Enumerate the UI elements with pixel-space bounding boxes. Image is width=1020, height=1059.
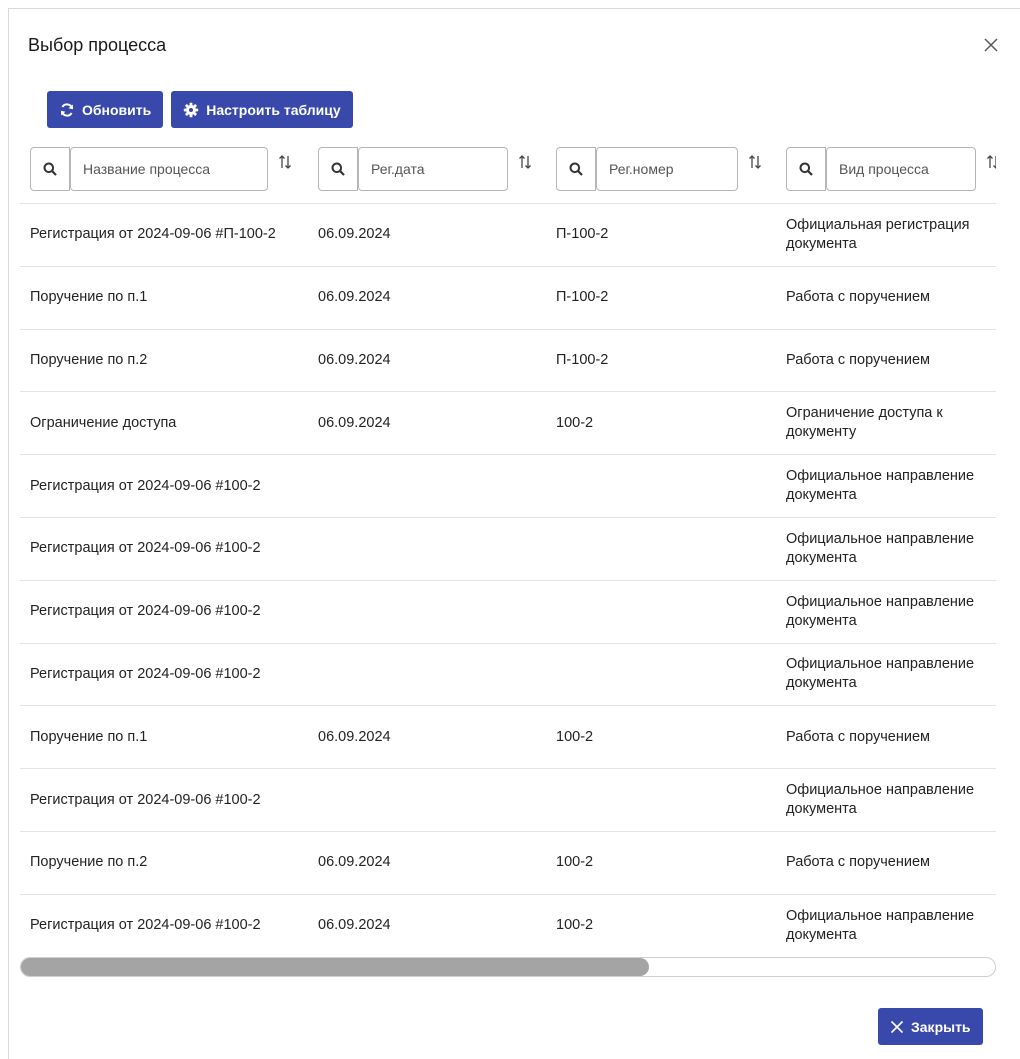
table-row[interactable]: Поручение по п.1 06.09.2024 100-2 Работа…: [20, 705, 996, 768]
kind-filter-input[interactable]: Вид процесса: [826, 147, 976, 191]
reg-number-cell: П-100-2: [556, 289, 609, 306]
process-kind-cell: Работа с поручением: [786, 289, 930, 306]
close-dialog-button-label: Закрыть: [911, 1018, 971, 1035]
reg-date-cell: [318, 644, 518, 706]
process-kind-cell: Работа с поручением: [786, 728, 930, 745]
process-kind-cell: Официальное направление документа: [786, 530, 975, 566]
configure-table-button-label: Настроить таблицу: [206, 101, 341, 118]
process-name-cell: Регистрация от 2024-09-06 #П-100-2: [30, 226, 276, 243]
filter-kind: Вид процесса: [786, 147, 996, 191]
process-name-cell: Регистрация от 2024-09-06 #100-2: [30, 917, 261, 934]
table-row[interactable]: Поручение по п.1 06.09.2024 П-100-2 Рабо…: [20, 265, 996, 329]
process-name-cell: Регистрация от 2024-09-06 #100-2: [30, 477, 261, 494]
name-filter-input[interactable]: Название процесса: [70, 147, 268, 191]
search-icon[interactable]: [318, 147, 358, 191]
sort-icon[interactable]: [748, 154, 762, 170]
refresh-icon: [61, 102, 73, 117]
reg-number-cell: [556, 769, 756, 831]
reg-date-cell: 06.09.2024: [318, 854, 391, 871]
sort-icon[interactable]: [518, 154, 532, 170]
close-icon[interactable]: [981, 35, 1001, 55]
reg-date-cell: 06.09.2024: [318, 917, 391, 934]
reg-date-cell: 06.09.2024: [318, 728, 391, 745]
process-name-cell: Поручение по п.1: [30, 728, 148, 745]
filter-row: Название процесса Рег.дата Рег.номер Вид…: [20, 145, 996, 203]
table-row[interactable]: Регистрация от 2024-09-06 #100-2 Официал…: [20, 579, 996, 643]
process-kind-cell: Официальное направление документа: [786, 907, 975, 943]
reg-number-cell: [556, 581, 756, 643]
refresh-button-label: Обновить: [82, 101, 152, 118]
number-filter-input[interactable]: Рег.номер: [596, 147, 738, 191]
close-dialog-button[interactable]: Закрыть: [878, 1008, 983, 1045]
process-name-cell: Поручение по п.2: [30, 854, 148, 871]
process-kind-cell: Официальная регистрация документа: [786, 216, 970, 252]
search-icon[interactable]: [786, 147, 826, 191]
process-name-cell: Поручение по п.2: [30, 351, 148, 368]
process-name-cell: Поручение по п.1: [30, 289, 148, 306]
process-kind-cell: Официальное направление документа: [786, 782, 975, 818]
process-kind-cell: Официальное направление документа: [786, 468, 975, 504]
table-row[interactable]: Регистрация от 2024-09-06 #100-2 Официал…: [20, 768, 996, 831]
scrollbar-thumb[interactable]: [21, 958, 649, 976]
filter-date: Рег.дата: [318, 147, 532, 191]
reg-date-cell: [318, 769, 518, 831]
table-row[interactable]: Ограничение доступа 06.09.2024 100-2 Огр…: [20, 391, 996, 454]
reg-date-cell: 06.09.2024: [318, 351, 391, 368]
table-row[interactable]: Регистрация от 2024-09-06 #100-2 Официал…: [20, 454, 996, 517]
reg-number-cell: [556, 455, 756, 517]
dialog-footer: Закрыть: [878, 1008, 983, 1045]
reg-number-cell: [556, 518, 756, 580]
reg-number-cell: 100-2: [556, 854, 594, 871]
process-kind-cell: Официальное направление документа: [786, 593, 975, 629]
filter-name: Название процесса: [30, 147, 292, 191]
search-icon[interactable]: [30, 147, 70, 191]
table-row[interactable]: Регистрация от 2024-09-06 #100-2 Официал…: [20, 516, 996, 580]
close-icon: [890, 1020, 904, 1033]
search-icon[interactable]: [556, 147, 596, 191]
process-name-cell: Регистрация от 2024-09-06 #100-2: [30, 791, 261, 808]
table-row[interactable]: Поручение по п.2 06.09.2024 П-100-2 Рабо…: [20, 328, 996, 392]
process-kind-cell: Работа с поручением: [786, 351, 930, 368]
process-table: Название процесса Рег.дата Рег.номер Вид…: [20, 145, 996, 957]
table-row[interactable]: Регистрация от 2024-09-06 #100-2 06.09.2…: [20, 893, 996, 957]
table-body: Регистрация от 2024-09-06 #П-100-2 06.09…: [20, 203, 996, 957]
reg-number-cell: 100-2: [556, 414, 594, 431]
filter-number: Рег.номер: [556, 147, 762, 191]
process-name-cell: Ограничение доступа: [30, 414, 177, 431]
process-kind-cell: Официальное направление документа: [786, 656, 975, 692]
reg-number-cell: 100-2: [556, 728, 594, 745]
dialog-title: Выбор процесса: [28, 35, 167, 55]
reg-number-cell: П-100-2: [556, 226, 609, 243]
reg-number-cell: 100-2: [556, 917, 594, 934]
gear-icon: [184, 102, 199, 117]
reg-number-cell: П-100-2: [556, 351, 609, 368]
date-filter-input[interactable]: Рег.дата: [358, 147, 508, 191]
horizontal-scrollbar[interactable]: [20, 957, 996, 977]
reg-date-cell: 06.09.2024: [318, 226, 391, 243]
table-row[interactable]: Регистрация от 2024-09-06 #П-100-2 06.09…: [20, 203, 996, 266]
table-row[interactable]: Регистрация от 2024-09-06 #100-2 Официал…: [20, 642, 996, 706]
configure-table-button[interactable]: Настроить таблицу: [171, 91, 353, 128]
toolbar: Обновить Настроить таблицу: [47, 91, 353, 128]
reg-number-cell: [556, 644, 756, 706]
refresh-button[interactable]: Обновить: [47, 91, 164, 128]
reg-date-cell: 06.09.2024: [318, 289, 391, 306]
process-name-cell: Регистрация от 2024-09-06 #100-2: [30, 540, 261, 557]
reg-date-cell: [318, 455, 518, 517]
sort-icon[interactable]: [278, 154, 292, 170]
process-name-cell: Регистрация от 2024-09-06 #100-2: [30, 665, 261, 682]
process-name-cell: Регистрация от 2024-09-06 #100-2: [30, 603, 261, 620]
reg-date-cell: [318, 581, 518, 643]
reg-date-cell: [318, 518, 518, 580]
process-kind-cell: Работа с поручением: [786, 854, 930, 871]
process-kind-cell: Ограничение доступа к документу: [786, 405, 943, 441]
reg-date-cell: 06.09.2024: [318, 414, 391, 431]
sort-icon[interactable]: [986, 154, 996, 170]
table-row[interactable]: Поручение по п.2 06.09.2024 100-2 Работа…: [20, 830, 996, 894]
